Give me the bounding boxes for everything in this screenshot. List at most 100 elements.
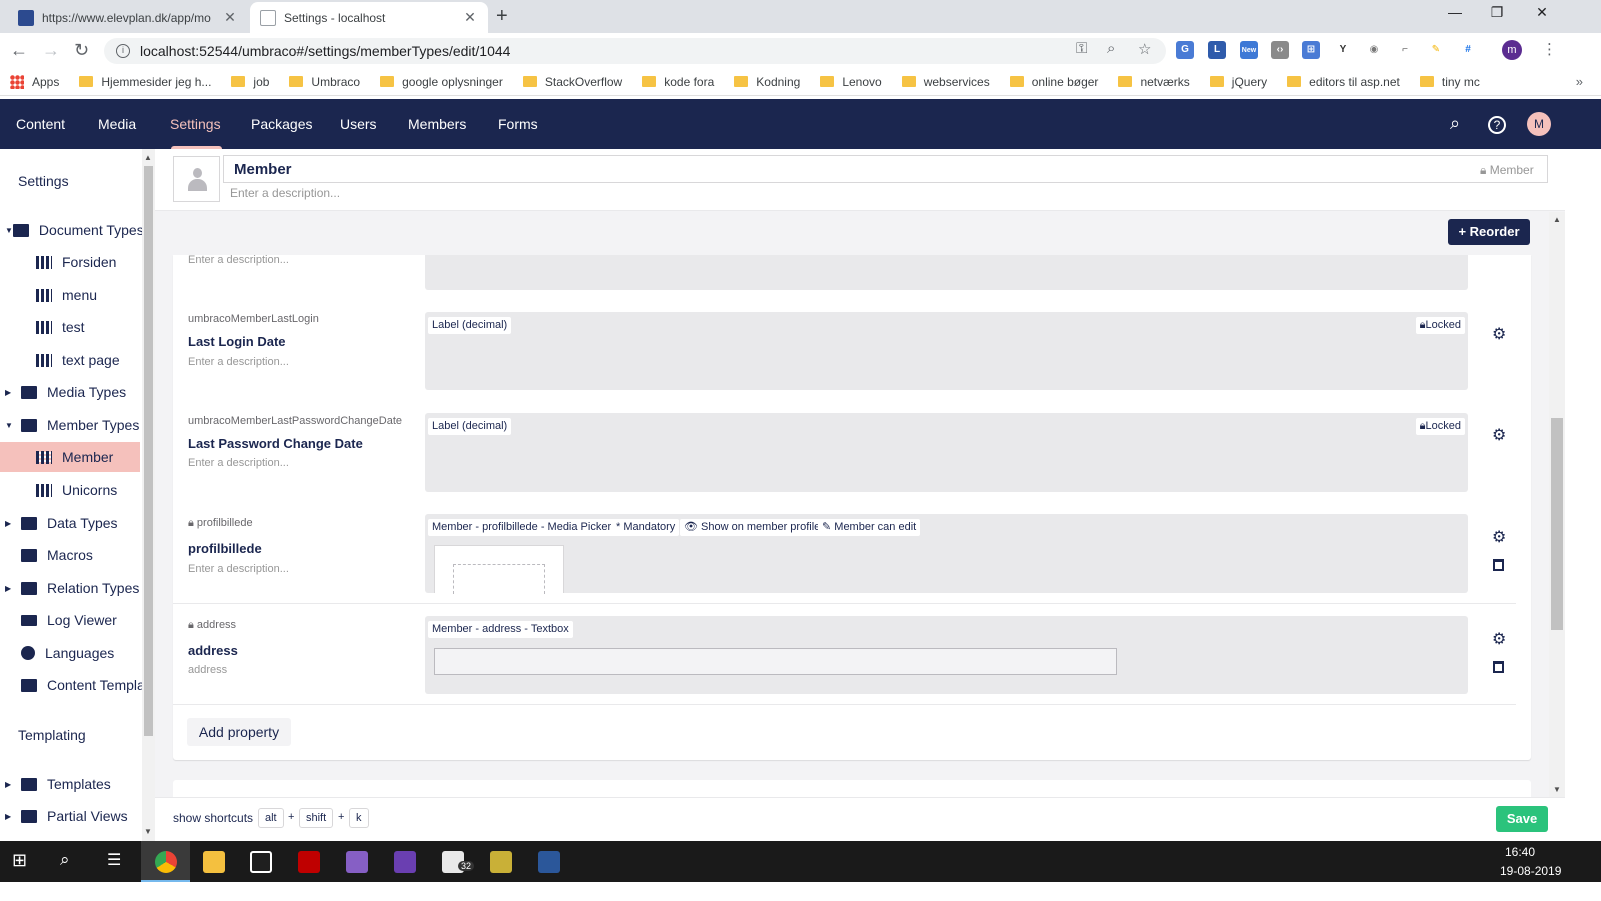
- gear-icon[interactable]: ⚙: [1492, 425, 1506, 445]
- property-description[interactable]: Enter a description...: [188, 356, 289, 368]
- bookmark-folder[interactable]: jQuery: [1209, 75, 1267, 89]
- visual-studio-icon[interactable]: [346, 851, 368, 873]
- nav-users[interactable]: Users: [340, 116, 377, 132]
- filezilla-icon[interactable]: [298, 851, 320, 873]
- caret-right-icon[interactable]: ▶: [5, 584, 13, 593]
- bookmark-folder[interactable]: job: [231, 75, 269, 89]
- property-editor-preview[interactable]: Label (decimal) 🔒︎Locked: [425, 312, 1468, 390]
- name-input[interactable]: Member: [223, 155, 1548, 183]
- tree-item-templates[interactable]: ▶ Templates: [0, 769, 140, 799]
- close-window-icon[interactable]: ✕: [1519, 4, 1565, 21]
- property-label[interactable]: Last Login Date: [188, 334, 286, 349]
- bookmark-folder[interactable]: netværks: [1118, 75, 1190, 89]
- translate-extension-icon[interactable]: G: [1176, 41, 1194, 59]
- menu-icon[interactable]: ⋮: [1542, 40, 1557, 58]
- caret-down-icon[interactable]: ▼: [5, 226, 13, 235]
- file-explorer-icon[interactable]: [203, 851, 225, 873]
- nav-members[interactable]: Members: [408, 116, 466, 132]
- scroll-up-icon[interactable]: ▲: [1553, 215, 1561, 224]
- sidebar-scroll-thumb[interactable]: [144, 166, 153, 736]
- extension-icon[interactable]: ⊞: [1302, 41, 1320, 59]
- property-label[interactable]: Last Password Change Date: [188, 436, 363, 451]
- bookmark-folder[interactable]: editors til asp.net: [1287, 75, 1400, 89]
- trash-icon[interactable]: [1493, 559, 1504, 571]
- property-label[interactable]: profilbillede: [188, 541, 262, 556]
- code-extension-icon[interactable]: ‹›: [1271, 41, 1289, 59]
- nav-content[interactable]: Content: [16, 116, 65, 132]
- description-input[interactable]: Enter a description...: [230, 186, 340, 200]
- property-label[interactable]: address: [188, 643, 238, 658]
- bookmark-folder[interactable]: tiny mc: [1419, 75, 1480, 89]
- clock-time[interactable]: 16:40: [1505, 845, 1535, 859]
- grid-extension-icon[interactable]: #: [1459, 41, 1477, 59]
- alias-field[interactable]: 🔒︎ Member: [1480, 163, 1534, 178]
- bookmark-folder[interactable]: StackOverflow: [522, 75, 622, 89]
- nav-settings[interactable]: Settings: [170, 116, 221, 132]
- store-icon[interactable]: [250, 851, 272, 873]
- new-tab-icon[interactable]: +: [496, 5, 508, 28]
- minimize-icon[interactable]: —: [1432, 4, 1478, 20]
- ruler-icon[interactable]: ⌐: [1396, 41, 1414, 59]
- close-tab-icon[interactable]: ✕: [222, 9, 238, 26]
- chrome-icon[interactable]: [155, 851, 177, 873]
- user-avatar[interactable]: M: [1527, 112, 1551, 136]
- star-icon[interactable]: ☆: [1138, 40, 1151, 58]
- tools-icon[interactable]: [490, 851, 512, 873]
- help-icon[interactable]: ?: [1488, 116, 1506, 134]
- browser-tab-elevplan[interactable]: https://www.elevplan.dk/app/mo ✕: [8, 2, 248, 33]
- tree-item-media-types[interactable]: ▶ Media Types: [0, 377, 140, 407]
- browser-tab-settings[interactable]: Settings - localhost ✕: [250, 2, 488, 33]
- pencil-extension-icon[interactable]: ✎: [1427, 41, 1445, 59]
- extension-icon[interactable]: L: [1208, 41, 1226, 59]
- bookmark-folder[interactable]: online bøger: [1009, 75, 1098, 89]
- bookmark-folder[interactable]: google oplysninger: [380, 75, 503, 89]
- caret-right-icon[interactable]: ▶: [5, 388, 13, 397]
- show-shortcuts-link[interactable]: show shortcuts: [173, 811, 253, 825]
- back-icon[interactable]: ←: [10, 40, 28, 61]
- tree-item-relation-types[interactable]: ▶ Relation Types: [0, 573, 140, 603]
- word-icon[interactable]: [538, 851, 560, 873]
- property-description[interactable]: Enter a description...: [188, 563, 289, 575]
- key-icon[interactable]: ⚿: [1076, 40, 1087, 57]
- scroll-down-icon[interactable]: ▼: [1553, 785, 1561, 794]
- profile-avatar[interactable]: m: [1502, 40, 1522, 60]
- clock-date[interactable]: 19-08-2019: [1500, 864, 1561, 878]
- more-bookmarks-icon[interactable]: »: [1576, 74, 1583, 89]
- gear-icon[interactable]: ⚙: [1492, 629, 1506, 649]
- nav-media[interactable]: Media: [98, 116, 136, 132]
- reload-icon[interactable]: ↻: [74, 40, 89, 61]
- main-scroll-thumb[interactable]: [1551, 418, 1563, 630]
- search-icon[interactable]: ⌕: [60, 850, 70, 870]
- tree-item-languages[interactable]: Languages: [0, 638, 140, 668]
- y-extension-icon[interactable]: Y: [1334, 41, 1352, 59]
- close-tab-icon[interactable]: ✕: [462, 9, 478, 26]
- caret-right-icon[interactable]: ▶: [5, 519, 13, 528]
- search-icon[interactable]: ⌕: [1450, 113, 1460, 134]
- nav-forms[interactable]: Forms: [498, 116, 538, 132]
- tree-item-content-templates[interactable]: Content Templates: [0, 670, 142, 700]
- bookmark-folder[interactable]: webservices: [901, 75, 990, 89]
- scroll-up-icon[interactable]: ▲: [144, 153, 152, 162]
- address-bar[interactable]: i localhost:52544/umbraco#/settings/memb…: [104, 38, 1166, 64]
- property-description[interactable]: address: [188, 664, 227, 676]
- bookmark-folder[interactable]: kode fora: [642, 75, 714, 89]
- bookmark-apps[interactable]: Apps: [10, 74, 59, 89]
- camera-icon[interactable]: ◉: [1365, 41, 1383, 59]
- tree-item-partial-views[interactable]: ▶ Partial Views: [0, 801, 140, 831]
- gear-icon[interactable]: ⚙: [1492, 527, 1506, 547]
- bookmark-folder[interactable]: Umbraco: [289, 75, 360, 89]
- scroll-down-icon[interactable]: ▼: [144, 827, 152, 836]
- property-description[interactable]: Enter a description...: [188, 457, 289, 469]
- forward-icon[interactable]: →: [42, 40, 60, 61]
- tree-item-forsiden[interactable]: Forsiden: [0, 247, 140, 277]
- member-type-icon-picker[interactable]: [173, 156, 220, 202]
- tree-item-test[interactable]: test: [0, 312, 140, 342]
- tree-item-member[interactable]: Member: [0, 442, 140, 472]
- task-view-icon[interactable]: ☰: [107, 850, 121, 870]
- tree-item-unicorns[interactable]: Unicorns: [0, 475, 140, 505]
- extension-new-icon[interactable]: New: [1240, 41, 1258, 59]
- property-editor-preview[interactable]: Label (decimal) 🔒︎Locked: [425, 413, 1468, 492]
- property-editor-preview[interactable]: Member - profilbillede - Media Picker * …: [425, 514, 1468, 593]
- caret-right-icon[interactable]: ▶: [5, 812, 13, 821]
- tree-item-document-types[interactable]: ▼ Document Types: [0, 215, 142, 245]
